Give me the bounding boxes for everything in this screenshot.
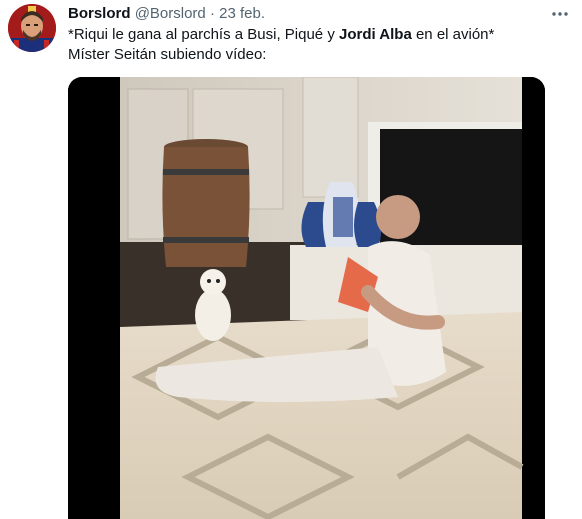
tweet-header: Borslord @Borslord · 23 feb. xyxy=(68,4,265,24)
user-handle[interactable]: @Borslord xyxy=(135,5,206,22)
tweet-text: *Riqui le gana al parchís a Busi, Piqué … xyxy=(68,25,494,65)
display-name[interactable]: Borslord xyxy=(68,5,131,22)
tweet[interactable]: Borslord @Borslord · 23 feb. *Riqui le g… xyxy=(0,0,582,519)
tweet-text-line-2: Míster Seitán subiendo vídeo: xyxy=(68,46,267,63)
separator-dot: · xyxy=(209,5,215,22)
avatar-image xyxy=(8,4,56,52)
video-player[interactable] xyxy=(68,77,545,519)
more-options-button[interactable] xyxy=(546,2,574,26)
mention-jordi-alba: Jordi Alba xyxy=(339,26,412,43)
more-horizontal-icon xyxy=(552,12,568,16)
avatar[interactable] xyxy=(8,4,56,52)
tweet-date[interactable]: 23 feb. xyxy=(219,5,265,22)
video-thumbnail xyxy=(68,77,545,519)
tweet-text-line-1: *Riqui le gana al parchís a Busi, Piqué … xyxy=(68,26,495,43)
